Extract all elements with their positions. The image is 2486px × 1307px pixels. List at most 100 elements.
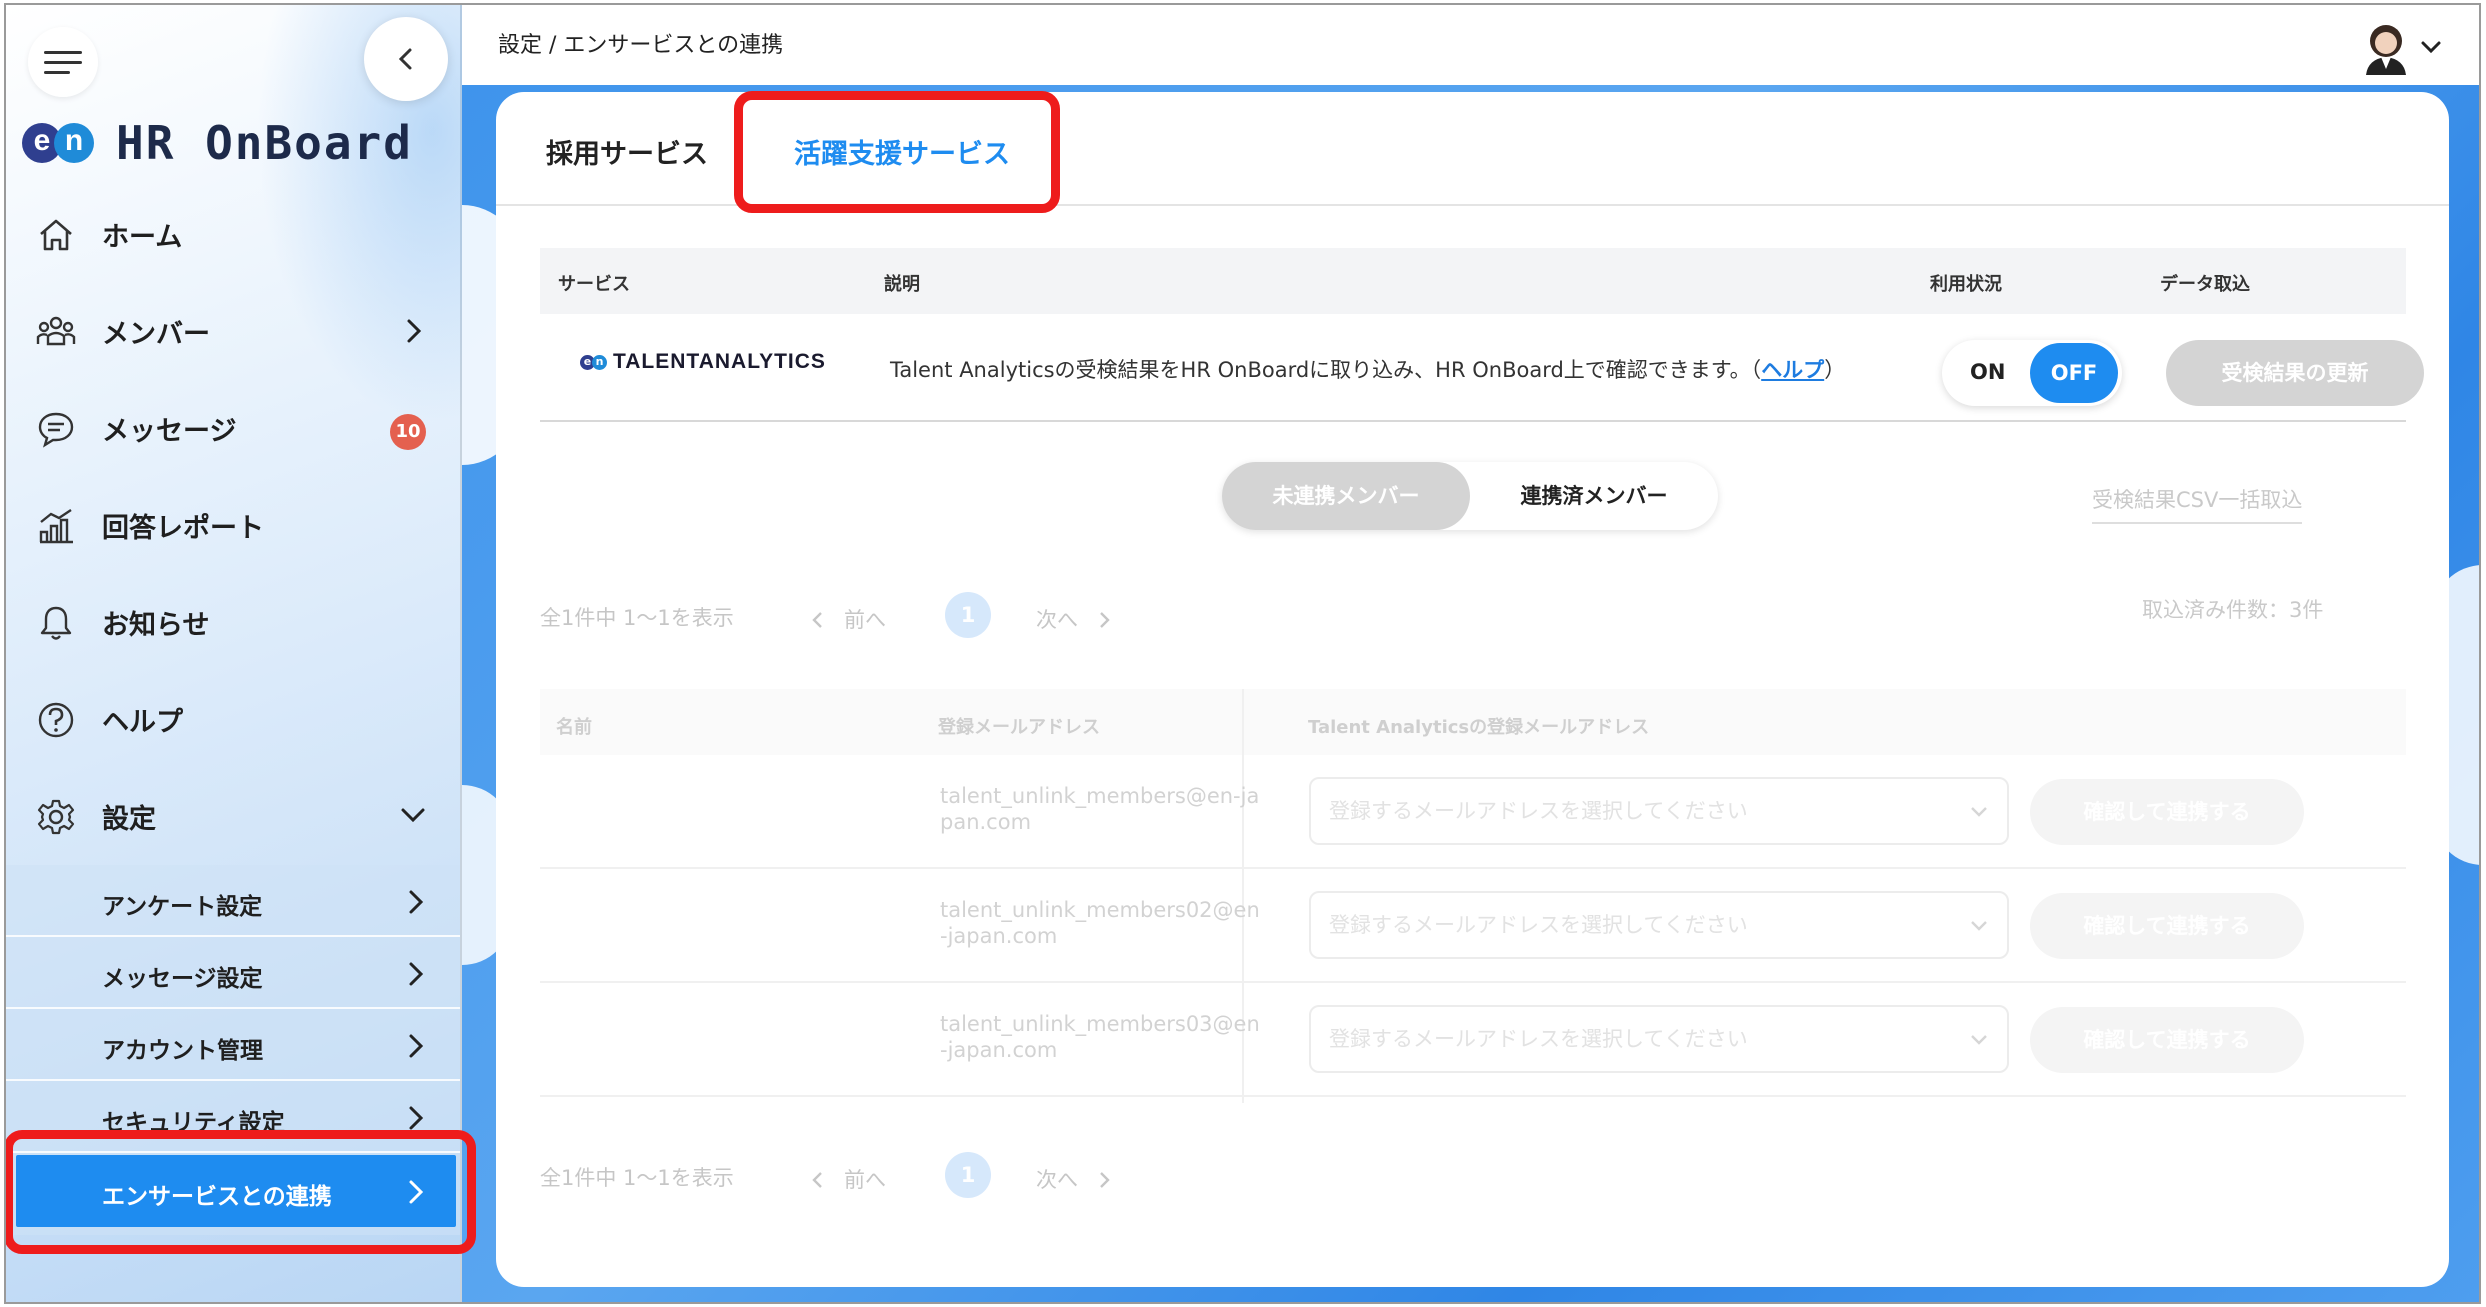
service-name: TALENTANALYTICS: [613, 350, 826, 373]
sidebar-item-help[interactable]: ヘルプ: [6, 684, 446, 754]
select-placeholder: 登録するメールアドレスを選択してください: [1329, 913, 1748, 937]
app-logo[interactable]: e n HR OnBoard: [22, 113, 413, 173]
table-row: talent_unlink_members02@en-japan.com 登録す…: [540, 869, 2406, 983]
column-header-data-import: データ取込: [2160, 274, 2250, 295]
submenu-item-label: アンケート設定: [102, 894, 263, 920]
service-description: Talent Analyticsの受検結果をHR OnBoardに取り込み、HR…: [890, 354, 1845, 384]
logo-mark-n: n: [54, 123, 94, 163]
service-row-talent-analytics: e n TALENTANALYTICS Talent Analyticsの受検結…: [540, 314, 2424, 422]
sidebar-item-label: ホーム: [102, 221, 183, 253]
pagination-top: 全1件中 1〜1を表示 前へ 1 次へ: [540, 592, 1140, 642]
chevron-right-icon: [407, 319, 422, 343]
app-window: e n HR OnBoard ホーム メンバー メッセージ 10 回答レポート …: [4, 3, 2481, 1304]
csv-bulk-import-link[interactable]: 受検結果CSV一括取込: [2092, 484, 2303, 524]
next-label: 次へ: [1036, 1168, 1078, 1192]
prev-label: 前へ: [844, 608, 886, 632]
ta-email-select[interactable]: 登録するメールアドレスを選択してください: [1309, 891, 2009, 959]
submenu-item-message-settings[interactable]: メッセージ設定: [6, 937, 460, 1009]
sidebar-item-members[interactable]: メンバー: [6, 296, 446, 366]
toggle-off-label[interactable]: OFF: [2030, 343, 2118, 403]
submenu-item-account-management[interactable]: アカウント管理: [6, 1009, 460, 1081]
confirm-link-button[interactable]: 確認して連携する: [2030, 1007, 2304, 1073]
sidebar-item-label: 設定: [102, 803, 156, 835]
unlinked-members-tab[interactable]: 未連携メンバー: [1222, 462, 1470, 530]
top-bar: 設定 / エンサービスとの連携: [462, 5, 2479, 85]
ta-logo-mark-n: n: [592, 354, 607, 370]
sidebar-item-settings[interactable]: 設定: [6, 781, 446, 851]
collapse-sidebar-button[interactable]: [364, 17, 448, 101]
column-header-name: 名前: [556, 717, 592, 738]
sidebar-item-reports[interactable]: 回答レポート: [6, 490, 446, 560]
chevron-right-icon: [1100, 612, 1110, 628]
confirm-link-button[interactable]: 確認して連携する: [2030, 893, 2304, 959]
sidebar-item-home[interactable]: ホーム: [6, 199, 446, 269]
help-link[interactable]: ヘルプ: [1761, 358, 1824, 382]
user-avatar[interactable]: [2360, 19, 2412, 75]
unread-badge: 10: [390, 414, 426, 450]
pagination-bottom: 全1件中 1〜1を表示 前へ 1 次へ: [540, 1152, 1140, 1202]
sidebar-item-label: ヘルプ: [102, 706, 183, 738]
report-icon: [39, 509, 73, 544]
prev-page-button[interactable]: 前へ: [810, 604, 886, 634]
talent-analytics-logo: e n TALENTANALYTICS: [580, 350, 826, 374]
bell-icon: [40, 606, 72, 640]
toggle-on-label[interactable]: ON: [1970, 360, 2005, 384]
confirm-link-button[interactable]: 確認して連携する: [2030, 779, 2304, 845]
chevron-left-icon: [812, 612, 822, 628]
select-placeholder: 登録するメールアドレスを選択してください: [1329, 799, 1748, 823]
usage-toggle[interactable]: ON OFF: [1942, 340, 2122, 406]
member-filter-segment: 未連携メンバー 連携済メンバー: [1222, 462, 1718, 530]
sidebar: e n HR OnBoard ホーム メンバー メッセージ 10 回答レポート …: [6, 5, 476, 1302]
chevron-right-icon: [409, 890, 424, 914]
chevron-down-icon[interactable]: [2420, 39, 2442, 55]
description-end: ）: [1824, 358, 1846, 382]
column-header-ta-email: Talent Analyticsの登録メールアドレス: [1308, 717, 1650, 738]
tab-recruiting-services[interactable]: 採用サービス: [546, 132, 708, 171]
logo-mark: e n: [22, 123, 94, 163]
gear-icon: [37, 799, 75, 835]
chevron-down-icon: [1971, 1035, 1987, 1045]
next-label: 次へ: [1036, 608, 1078, 632]
highlight-box-sidebar: [6, 1130, 476, 1254]
linked-members-tab[interactable]: 連携済メンバー: [1470, 462, 1718, 530]
result-count: 全1件中 1〜1を表示: [540, 606, 734, 630]
submenu-item-survey-settings[interactable]: アンケート設定: [6, 865, 460, 937]
chevron-right-icon: [1100, 1172, 1110, 1188]
chevron-right-icon: [409, 1034, 424, 1058]
sidebar-item-label: お知らせ: [102, 609, 210, 641]
next-page-button[interactable]: 次へ: [1036, 604, 1112, 634]
table-row: talent_unlink_members@en-japan.com 登録するメ…: [540, 755, 2406, 869]
home-icon: [40, 219, 72, 251]
chevron-right-icon: [409, 962, 424, 986]
column-header-description: 説明: [884, 274, 920, 295]
page-number[interactable]: 1: [945, 1152, 991, 1198]
members-icon: [36, 316, 76, 346]
submenu-item-label: アカウント管理: [102, 1038, 263, 1064]
description-text: Talent Analyticsの受検結果をHR OnBoardに取り込み、HR…: [890, 358, 1762, 382]
prev-label: 前へ: [844, 1168, 886, 1192]
select-placeholder: 登録するメールアドレスを選択してください: [1329, 1027, 1748, 1051]
sidebar-item-notices[interactable]: お知らせ: [6, 587, 446, 657]
menu-icon[interactable]: [28, 27, 98, 97]
column-header-registered-email: 登録メールアドレス: [938, 717, 1100, 738]
prev-page-button[interactable]: 前へ: [810, 1164, 886, 1194]
message-icon: [38, 412, 74, 448]
ta-email-select[interactable]: 登録するメールアドレスを選択してください: [1309, 777, 2009, 845]
highlight-box-tab: [734, 91, 1060, 213]
chevron-left-icon: [812, 1172, 822, 1188]
page-number[interactable]: 1: [945, 592, 991, 638]
chevron-down-icon: [401, 808, 425, 823]
chevron-right-icon: [409, 1106, 424, 1130]
chevron-left-icon: [398, 48, 412, 70]
imported-count: 取込済み件数：3件: [2142, 598, 2324, 622]
sidebar-item-messages[interactable]: メッセージ 10: [6, 393, 446, 463]
content-card: 採用サービス 活躍支援サービス サービス 説明 利用状況 データ取込 e n T…: [496, 92, 2449, 1287]
chevron-down-icon: [1971, 807, 1987, 817]
breadcrumb: 設定 / エンサービスとの連携: [498, 33, 784, 58]
update-results-button[interactable]: 受検結果の更新: [2166, 340, 2424, 406]
column-header-usage-status: 利用状況: [1930, 274, 2002, 295]
chevron-down-icon: [1971, 921, 1987, 931]
next-page-button[interactable]: 次へ: [1036, 1164, 1112, 1194]
member-email: talent_unlink_members02@en-japan.com: [940, 898, 1260, 948]
ta-email-select[interactable]: 登録するメールアドレスを選択してください: [1309, 1005, 2009, 1073]
